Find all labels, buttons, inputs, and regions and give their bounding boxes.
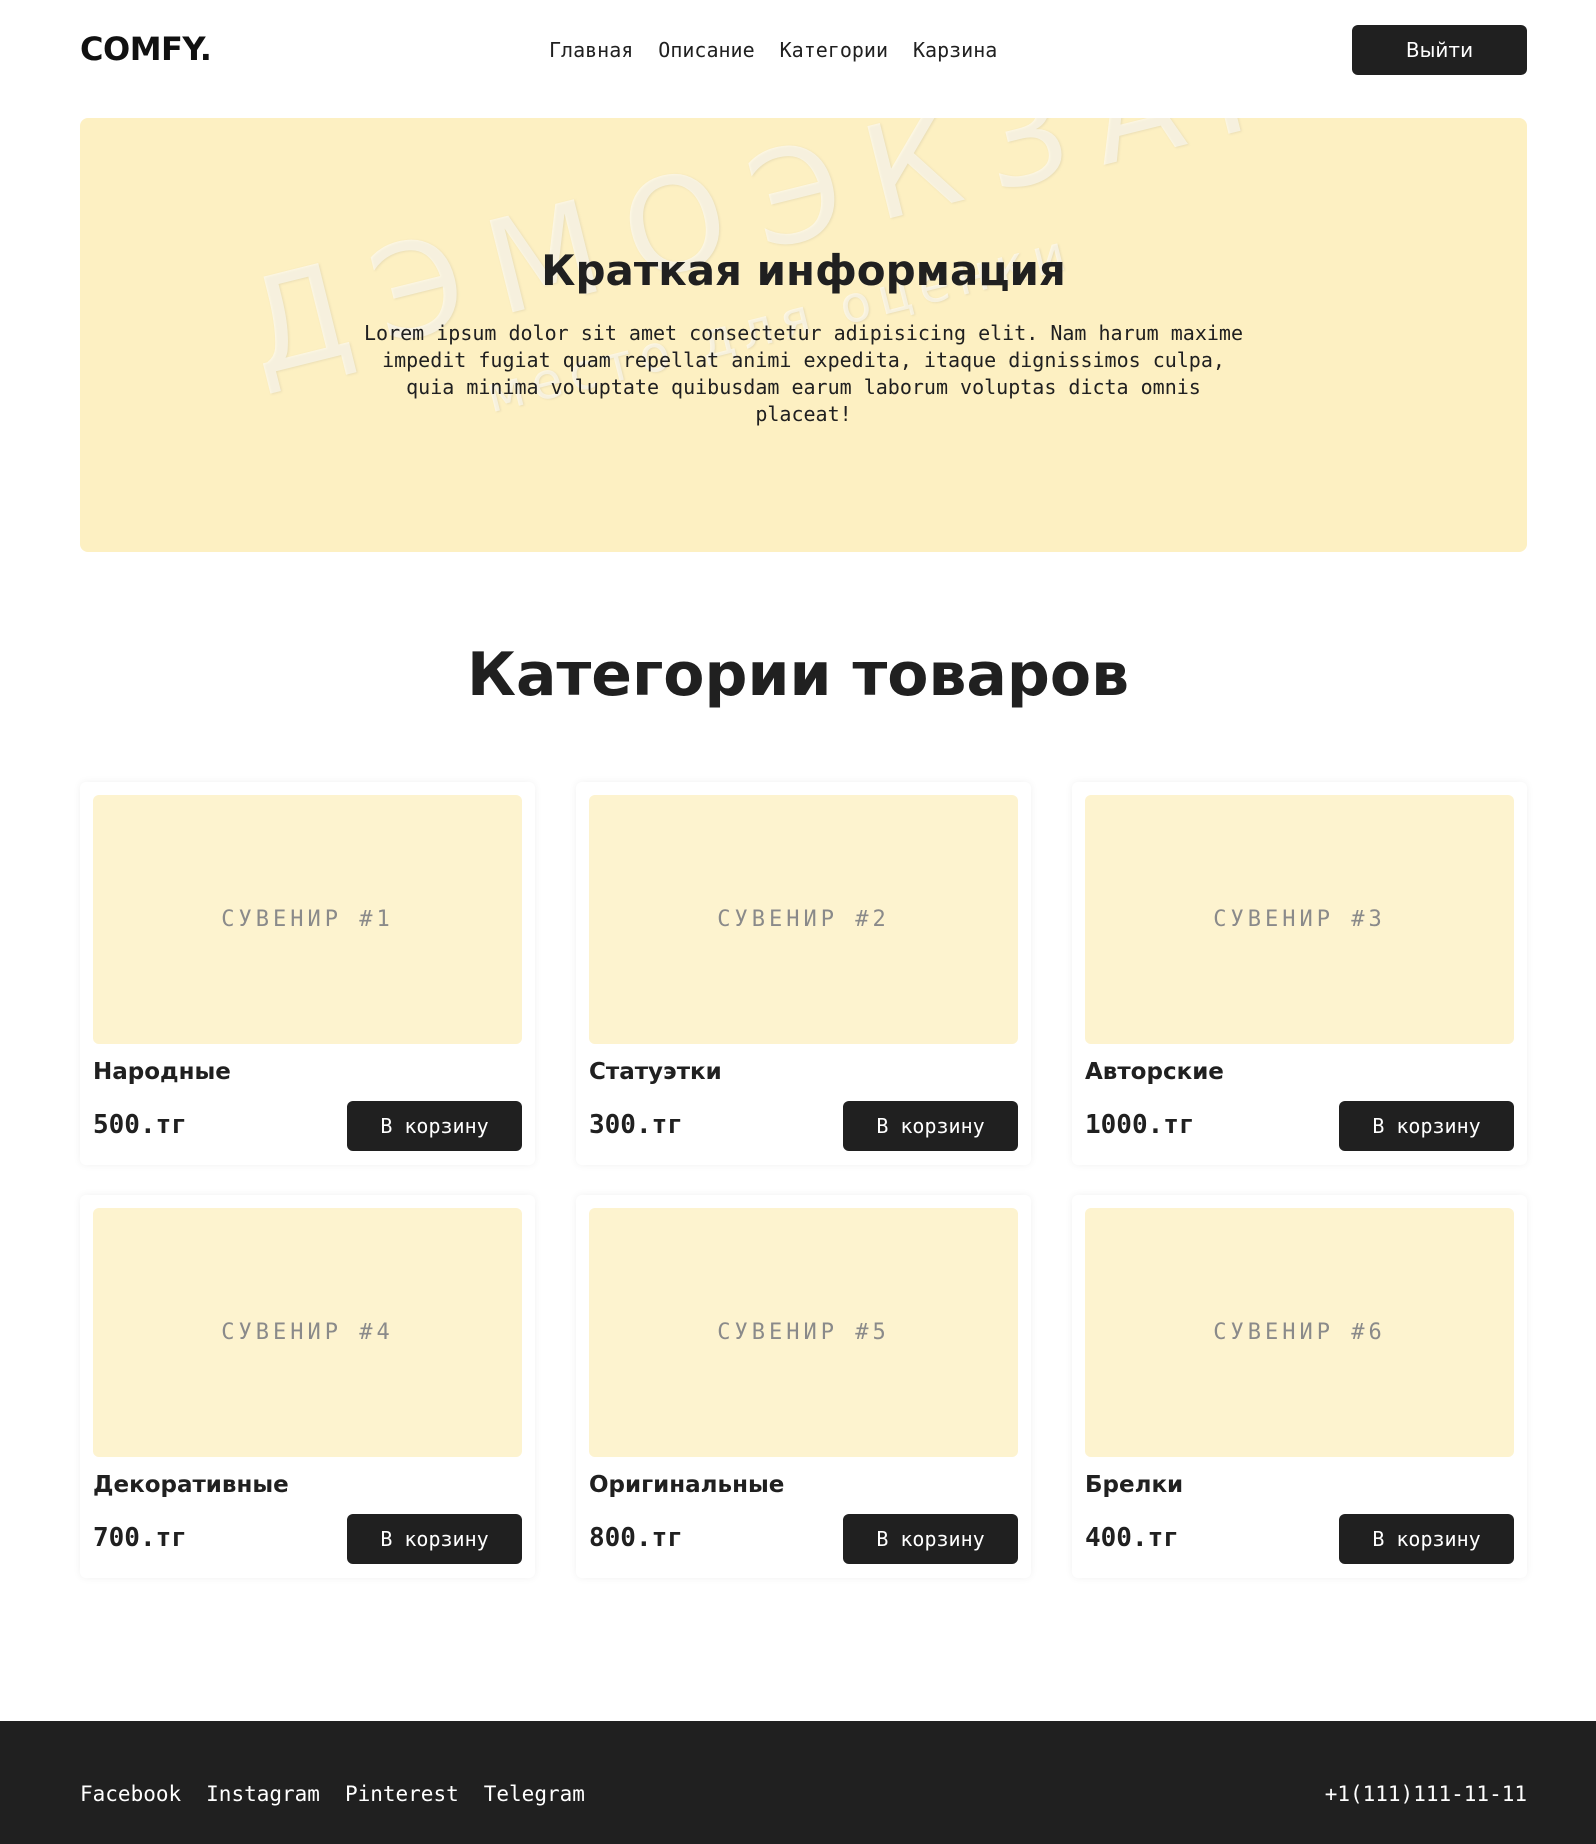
product-name: Народные: [93, 1059, 231, 1085]
product-card: СУВЕНИР #6 Брелки 400.тг В корзину: [1072, 1195, 1527, 1578]
product-image: СУВЕНИР #4: [93, 1208, 522, 1457]
product-image: СУВЕНИР #6: [1085, 1208, 1514, 1457]
product-card: СУВЕНИР #5 Оригинальные 800.тг В корзину: [576, 1195, 1031, 1578]
site-header: COMFY. Главная Описание Категории Карзин…: [0, 0, 1596, 104]
product-name: Статуэтки: [589, 1059, 722, 1085]
footer-link-telegram[interactable]: Telegram: [484, 1782, 585, 1806]
categories-title: Категории товаров: [466, 640, 1130, 710]
product-name: Декоративные: [93, 1472, 289, 1498]
footer-link-facebook[interactable]: Facebook: [80, 1782, 181, 1806]
hero-title: Краткая информация: [541, 246, 1066, 295]
footer-link-instagram[interactable]: Instagram: [206, 1782, 320, 1806]
main-nav: Главная Описание Категории Карзина: [549, 38, 997, 62]
product-card: СУВЕНИР #2 Статуэтки 300.тг В корзину: [576, 782, 1031, 1165]
add-to-cart-button[interactable]: В корзину: [1339, 1101, 1514, 1151]
social-links: Facebook Instagram Pinterest Telegram: [80, 1782, 585, 1806]
product-image: СУВЕНИР #3: [1085, 795, 1514, 1044]
product-name: Авторские: [1085, 1059, 1224, 1085]
footer-link-pinterest[interactable]: Pinterest: [345, 1782, 459, 1806]
add-to-cart-button[interactable]: В корзину: [347, 1101, 522, 1151]
product-card: СУВЕНИР #4 Декоративные 700.тг В корзину: [80, 1195, 535, 1578]
logout-button[interactable]: Выйти: [1352, 25, 1527, 75]
product-price: 700.тг: [93, 1523, 187, 1553]
logo[interactable]: COMFY.: [80, 30, 212, 68]
product-name: Оригинальные: [589, 1472, 785, 1498]
product-image: СУВЕНИР #1: [93, 795, 522, 1044]
site-footer: Facebook Instagram Pinterest Telegram +1…: [0, 1721, 1596, 1844]
add-to-cart-button[interactable]: В корзину: [1339, 1514, 1514, 1564]
product-name: Брелки: [1085, 1472, 1184, 1498]
hero-description: Lorem ipsum dolor sit amet consectetur a…: [364, 321, 1243, 426]
nav-link-home[interactable]: Главная: [549, 38, 633, 62]
nav-link-categories[interactable]: Категории: [780, 38, 888, 62]
product-card: СУВЕНИР #3 Авторские 1000.тг В корзину: [1072, 782, 1527, 1165]
product-card: СУВЕНИР #1 Народные 500.тг В корзину: [80, 782, 535, 1165]
product-price: 500.тг: [93, 1110, 187, 1140]
product-grid: СУВЕНИР #1 Народные 500.тг В корзину СУВ…: [80, 782, 1527, 1578]
add-to-cart-button[interactable]: В корзину: [843, 1514, 1018, 1564]
hero-banner: ДЭМОЭКЗАМЕН место для оценки Краткая инф…: [80, 118, 1527, 552]
add-to-cart-button[interactable]: В корзину: [347, 1514, 522, 1564]
nav-link-cart[interactable]: Карзина: [913, 38, 997, 62]
product-price: 400.тг: [1085, 1523, 1179, 1553]
nav-link-description[interactable]: Описание: [658, 38, 754, 62]
product-price: 300.тг: [589, 1110, 683, 1140]
footer-phone[interactable]: +1(111)111-11-11: [1325, 1782, 1527, 1806]
product-price: 1000.тг: [1085, 1110, 1195, 1140]
product-image: СУВЕНИР #5: [589, 1208, 1018, 1457]
product-image: СУВЕНИР #2: [589, 795, 1018, 1044]
product-price: 800.тг: [589, 1523, 683, 1553]
add-to-cart-button[interactable]: В корзину: [843, 1101, 1018, 1151]
